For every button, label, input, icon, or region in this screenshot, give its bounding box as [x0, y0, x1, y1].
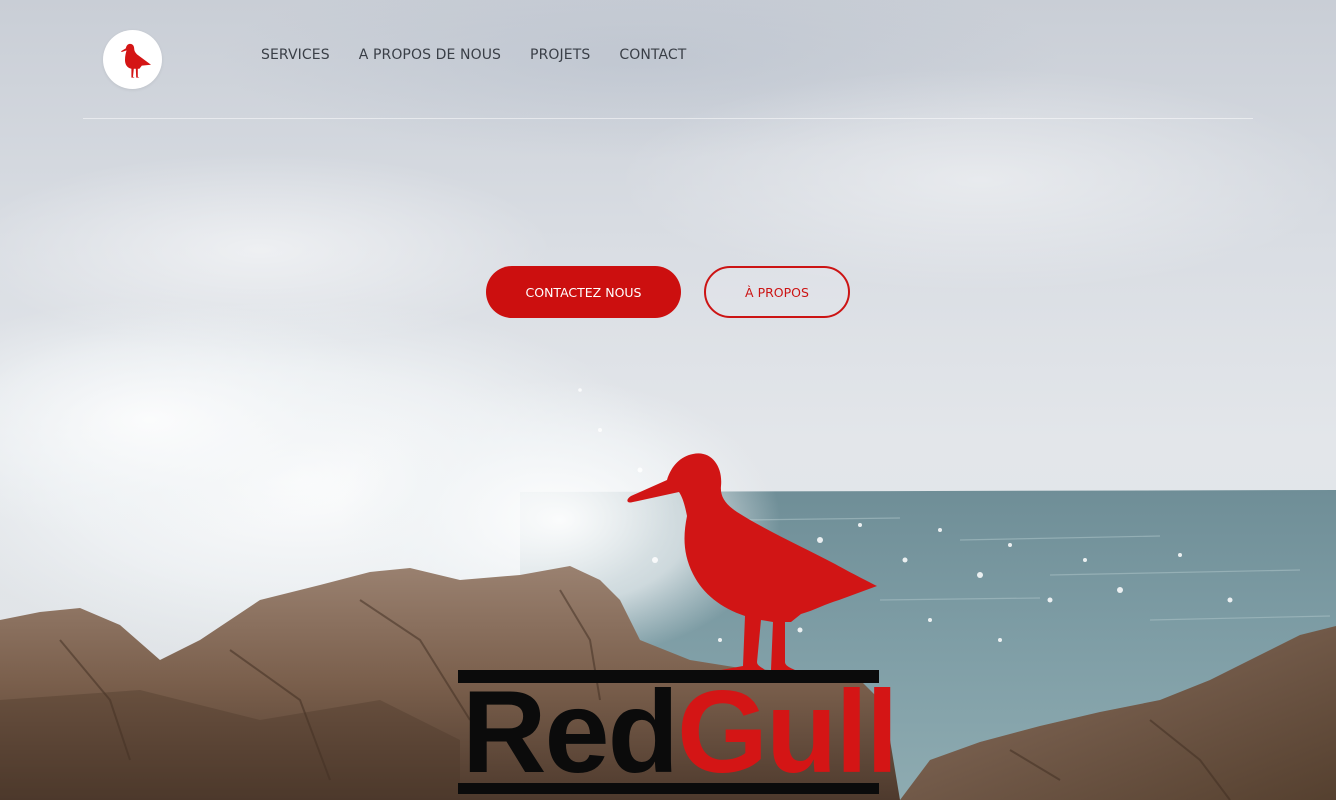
contact-us-button[interactable]: CONTACTEZ NOUS	[486, 266, 681, 318]
about-button[interactable]: À PROPOS	[704, 266, 850, 318]
wordmark-red: Red	[462, 666, 679, 797]
seagull-icon	[120, 43, 151, 78]
main-navigation: SERVICES A PROPOS DE NOUS PROJETS CONTAC…	[261, 47, 686, 63]
nav-link-services[interactable]: SERVICES	[261, 47, 330, 63]
wordmark-gull: Gull	[677, 666, 898, 797]
hero-section: SERVICES A PROPOS DE NOUS PROJETS CONTAC…	[0, 0, 1336, 800]
nav-link-contact[interactable]: CONTACT	[619, 47, 686, 63]
wordmark-text: RedGull	[462, 673, 899, 790]
nav-link-about[interactable]: A PROPOS DE NOUS	[359, 47, 501, 63]
brand-wordmark: RedGull	[458, 670, 899, 794]
wordmark-bottom-bar	[458, 783, 879, 794]
header-divider	[83, 118, 1253, 119]
site-logo[interactable]	[103, 30, 162, 89]
seagull-icon	[627, 453, 877, 670]
nav-link-projects[interactable]: PROJETS	[530, 47, 590, 63]
